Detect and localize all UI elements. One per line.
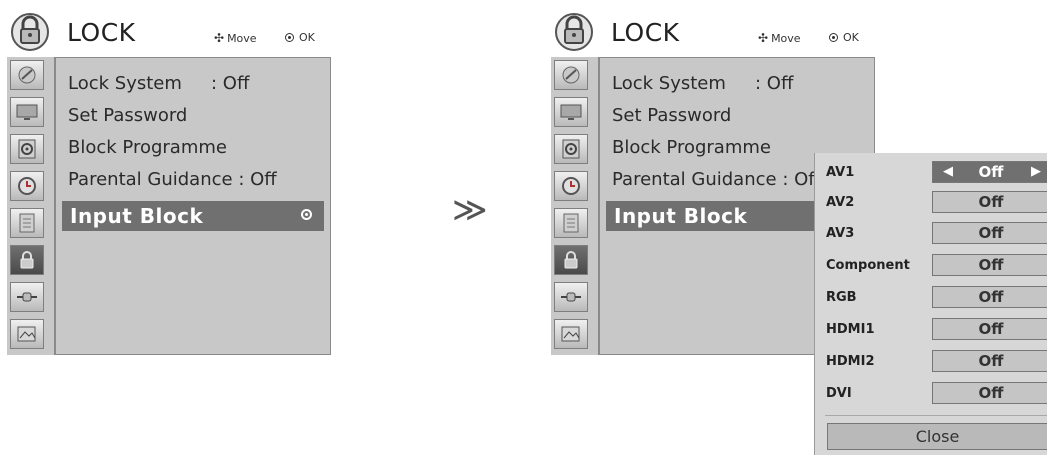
lock-menu-panel-left: LOCK ✣ Move OK Lock System: Off Set Passw… bbox=[7, 0, 331, 355]
move-hint: ✣ Move bbox=[214, 31, 257, 45]
ok-hint: OK bbox=[285, 31, 315, 44]
ok-dot-icon bbox=[829, 33, 838, 42]
input-value-hdmi2[interactable]: Off bbox=[932, 350, 1047, 372]
input-row-component: Component Off bbox=[826, 254, 1047, 278]
page-title: LOCK bbox=[67, 18, 136, 47]
input-value-hdmi1[interactable]: Off bbox=[932, 318, 1047, 340]
arrow-right-icon[interactable]: ▶ bbox=[1031, 162, 1041, 182]
move-arrows-icon: ✣ bbox=[758, 31, 769, 45]
menu-item-set-password[interactable]: Set Password bbox=[68, 105, 187, 126]
sidebar bbox=[551, 57, 599, 355]
speaker-icon[interactable] bbox=[10, 134, 44, 164]
move-hint: ✣ Move bbox=[758, 31, 801, 45]
monitor-icon[interactable] bbox=[554, 97, 588, 127]
title-bar: LOCK ✣ Move OK bbox=[7, 0, 331, 57]
document-icon[interactable] bbox=[554, 208, 588, 238]
input-value-av2[interactable]: Off bbox=[932, 191, 1047, 213]
sidebar bbox=[7, 57, 55, 355]
satellite-dish-icon[interactable] bbox=[10, 60, 44, 90]
menu-item-input-block[interactable]: Input Block bbox=[62, 201, 324, 231]
divider bbox=[825, 415, 1047, 416]
input-row-av2: AV2 Off bbox=[826, 191, 1047, 215]
lock-icon bbox=[555, 13, 593, 51]
monitor-icon[interactable] bbox=[10, 97, 44, 127]
input-plug-icon[interactable] bbox=[10, 282, 44, 312]
next-step-arrow: ≫ bbox=[452, 190, 488, 230]
lock-icon[interactable] bbox=[10, 245, 44, 275]
input-row-rgb: RGB Off bbox=[826, 286, 1047, 310]
menu-item-lock-system[interactable]: Lock System: Off bbox=[68, 73, 249, 94]
ok-hint: OK bbox=[829, 31, 859, 44]
input-row-hdmi2: HDMI2 Off bbox=[826, 350, 1047, 374]
input-row-av3: AV3 Off bbox=[826, 222, 1047, 246]
clock-icon[interactable] bbox=[554, 171, 588, 201]
menu-item-parental-guidance[interactable]: Parental Guidance : Off bbox=[68, 169, 277, 190]
photo-icon[interactable] bbox=[554, 319, 588, 349]
page-title: LOCK bbox=[611, 18, 680, 47]
document-icon[interactable] bbox=[10, 208, 44, 238]
satellite-dish-icon[interactable] bbox=[554, 60, 588, 90]
input-plug-icon[interactable] bbox=[554, 282, 588, 312]
ok-dot-icon bbox=[285, 33, 294, 42]
input-value-dvi[interactable]: Off bbox=[932, 382, 1047, 404]
input-value-av3[interactable]: Off bbox=[932, 222, 1047, 244]
menu-content: Lock System: Off Set Password Block Prog… bbox=[55, 57, 331, 355]
menu-item-block-programme[interactable]: Block Programme bbox=[612, 137, 771, 158]
close-button[interactable]: Close bbox=[827, 423, 1047, 450]
arrow-left-icon[interactable]: ◀ bbox=[943, 162, 953, 182]
lock-icon bbox=[11, 13, 49, 51]
ok-circle-icon bbox=[301, 209, 312, 220]
speaker-icon[interactable] bbox=[554, 134, 588, 164]
clock-icon[interactable] bbox=[10, 171, 44, 201]
title-bar: LOCK ✣ Move OK bbox=[551, 0, 875, 57]
move-arrows-icon: ✣ bbox=[214, 31, 225, 45]
menu-item-block-programme[interactable]: Block Programme bbox=[68, 137, 227, 158]
input-value-av1[interactable]: ◀ Off ▶ bbox=[932, 161, 1047, 183]
menu-item-parental-guidance[interactable]: Parental Guidance : Off bbox=[612, 169, 821, 190]
menu-item-set-password[interactable]: Set Password bbox=[612, 105, 731, 126]
input-row-hdmi1: HDMI1 Off bbox=[826, 318, 1047, 342]
input-value-rgb[interactable]: Off bbox=[932, 286, 1047, 308]
menu-item-lock-system[interactable]: Lock System: Off bbox=[612, 73, 793, 94]
input-block-popup: AV1 ◀ Off ▶ AV2 Off AV3 Off Component Of… bbox=[814, 153, 1047, 455]
lock-icon[interactable] bbox=[554, 245, 588, 275]
input-value-component[interactable]: Off bbox=[932, 254, 1047, 276]
input-row-dvi: DVI Off bbox=[826, 382, 1047, 406]
photo-icon[interactable] bbox=[10, 319, 44, 349]
input-row-av1: AV1 ◀ Off ▶ bbox=[826, 161, 1047, 185]
